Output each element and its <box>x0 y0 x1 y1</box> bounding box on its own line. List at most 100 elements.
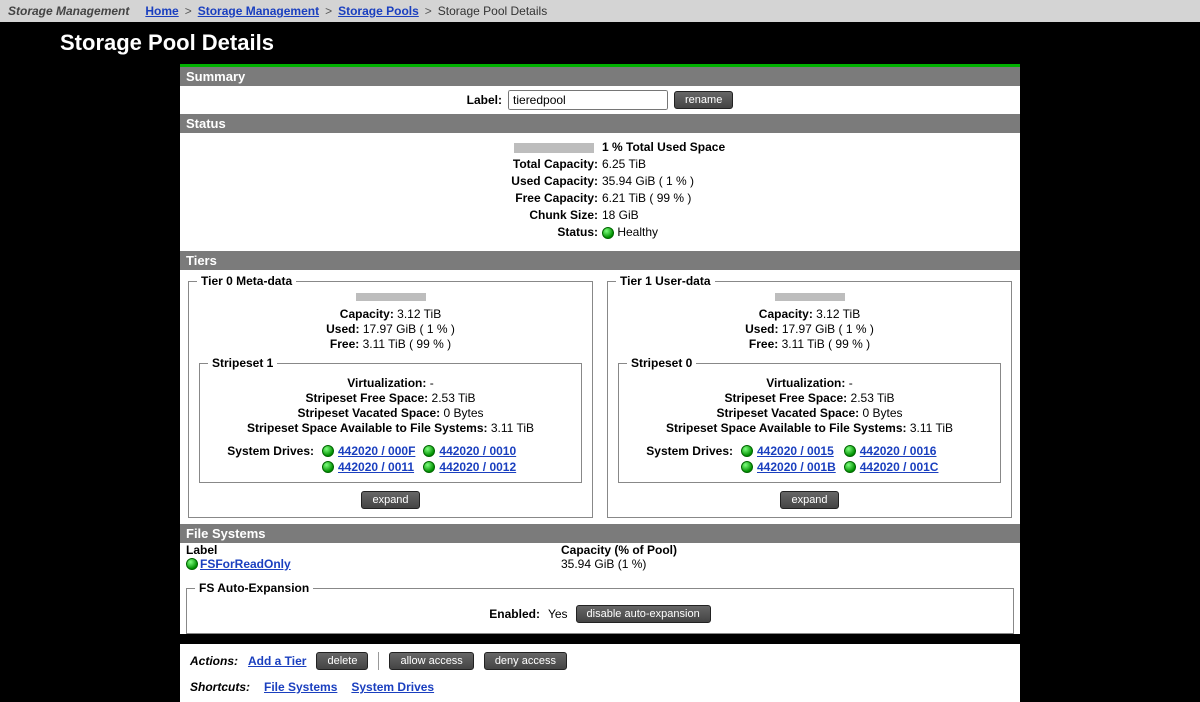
stripeset-0-vacated-label: Stripeset Vacated Space: <box>716 406 859 420</box>
fs-status-icon <box>186 558 198 570</box>
drive-link[interactable]: 442020 / 001C <box>860 460 939 474</box>
drive-link[interactable]: 442020 / 0011 <box>338 460 414 474</box>
chunk-size-value: 18 GiB <box>602 207 882 224</box>
add-a-tier-link[interactable]: Add a Tier <box>248 654 306 668</box>
drive-link[interactable]: 442020 / 001B <box>757 460 836 474</box>
breadcrumb-bar: Storage Management Home > Storage Manage… <box>0 0 1200 22</box>
drive-status-icon <box>423 461 435 473</box>
used-pct-label: 1 % Total Used Space <box>602 140 725 154</box>
filesystems-header: File Systems <box>180 524 1020 543</box>
allow-access-button[interactable]: allow access <box>389 652 473 670</box>
actions-panel: Actions: Add a Tier delete allow access … <box>180 644 1020 702</box>
stripeset-1-virt: - <box>430 376 434 390</box>
free-capacity-value: 6.21 TiB ( 99 % ) <box>602 190 882 207</box>
breadcrumb-home[interactable]: Home <box>145 4 178 18</box>
total-capacity-label: Total Capacity: <box>318 156 598 173</box>
status-header: Status <box>180 114 1020 133</box>
free-capacity-label: Free Capacity: <box>318 190 598 207</box>
summary-header: Summary <box>180 67 1020 86</box>
deny-access-button[interactable]: deny access <box>484 652 567 670</box>
status-label: Status: <box>318 224 598 241</box>
tier-1-capacity: 3.12 TiB <box>816 307 860 321</box>
tier-1-used-label: Used: <box>745 322 778 336</box>
tier-1-legend: Tier 1 User-data <box>616 274 715 288</box>
tier-0-usage-bar <box>356 293 426 301</box>
delete-button[interactable]: delete <box>316 652 368 670</box>
stripeset-0-free: 2.53 TiB <box>851 391 895 405</box>
tier-0-fieldset: Tier 0 Meta-data Capacity: 3.12 TiB Used… <box>188 274 593 518</box>
stripeset-0-avail: 3.11 TiB <box>910 421 953 435</box>
drive-status-icon <box>322 445 334 457</box>
status-health-icon <box>602 227 614 239</box>
stripeset-0-virt-label: Virtualization: <box>766 376 845 390</box>
breadcrumb-storage-pools[interactable]: Storage Pools <box>338 4 419 18</box>
drive-status-icon <box>844 445 856 457</box>
stripeset-1-vacated: 0 Bytes <box>444 406 484 420</box>
drive-status-icon <box>741 445 753 457</box>
stripeset-0-drives-label: System Drives: <box>633 444 733 458</box>
fs-col-capacity: Capacity (% of Pool) <box>561 543 677 557</box>
status-body: 1 % Total Used Space Total Capacity: 6.2… <box>180 133 1020 251</box>
drive-link[interactable]: 442020 / 000F <box>338 444 415 458</box>
tier-0-capacity: 3.12 TiB <box>397 307 441 321</box>
main-panel: Summary Label: rename Status 1 % Total U… <box>180 64 1020 634</box>
used-space-bar <box>514 143 594 153</box>
drive-link[interactable]: 442020 / 0012 <box>439 460 516 474</box>
stripeset-0-avail-label: Stripeset Space Available to File System… <box>666 421 907 435</box>
stripeset-1-avail-label: Stripeset Space Available to File System… <box>247 421 488 435</box>
stripeset-0-virt: - <box>849 376 853 390</box>
drive-status-icon <box>844 461 856 473</box>
tiers-header: Tiers <box>180 251 1020 270</box>
tier-0-used: 17.97 GiB ( 1 % ) <box>363 322 455 336</box>
tier-1-capacity-label: Capacity: <box>759 307 813 321</box>
shortcut-system-drives[interactable]: System Drives <box>351 680 434 694</box>
stripeset-1-free-label: Stripeset Free Space: <box>305 391 428 405</box>
tier-1-fieldset: Tier 1 User-data Capacity: 3.12 TiB Used… <box>607 274 1012 518</box>
stripeset-0-legend: Stripeset 0 <box>627 356 696 370</box>
fs-auto-expansion-fieldset: FS Auto-Expansion Enabled: Yes disable a… <box>186 581 1014 634</box>
stripeset-0-vacated: 0 Bytes <box>863 406 903 420</box>
stripeset-1-fieldset: Stripeset 1 Virtualization: - Stripeset … <box>199 356 582 483</box>
stripeset-1-legend: Stripeset 1 <box>208 356 277 370</box>
stripeset-1-virt-label: Virtualization: <box>347 376 426 390</box>
tier-0-legend: Tier 0 Meta-data <box>197 274 296 288</box>
filesystems-body: Label Capacity (% of Pool) FSForReadOnly… <box>180 543 1020 575</box>
tier-1-used: 17.97 GiB ( 1 % ) <box>782 322 874 336</box>
tier-0-free-label: Free: <box>330 337 359 351</box>
stripeset-1-avail: 3.11 TiB <box>491 421 534 435</box>
tier-0-capacity-label: Capacity: <box>340 307 394 321</box>
tiers-body: Tier 0 Meta-data Capacity: 3.12 TiB Used… <box>180 270 1020 524</box>
drive-status-icon <box>741 461 753 473</box>
breadcrumb-storage-management[interactable]: Storage Management <box>198 4 319 18</box>
used-capacity-label: Used Capacity: <box>318 173 598 190</box>
shortcuts-label: Shortcuts: <box>190 680 250 694</box>
tier-1-usage-bar <box>775 293 845 301</box>
label-input[interactable] <box>508 90 668 110</box>
tier-0-free: 3.11 TiB ( 99 % ) <box>363 337 451 351</box>
disable-auto-expansion-button[interactable]: disable auto-expansion <box>576 605 711 623</box>
actions-label: Actions: <box>190 654 238 668</box>
stripeset-1-free: 2.53 TiB <box>432 391 476 405</box>
autoexp-enabled-value: Yes <box>548 607 568 621</box>
stripeset-1-drives-label: System Drives: <box>214 444 314 458</box>
fs-row: FSForReadOnly 35.94 GiB (1 %) <box>186 557 1014 571</box>
label-label: Label: <box>467 93 502 107</box>
stripeset-1-vacated-label: Stripeset Vacated Space: <box>297 406 440 420</box>
drive-link[interactable]: 442020 / 0016 <box>860 444 937 458</box>
stripeset-0-free-label: Stripeset Free Space: <box>724 391 847 405</box>
drive-status-icon <box>322 461 334 473</box>
rename-button[interactable]: rename <box>674 91 733 109</box>
fs-capacity-value: 35.94 GiB (1 %) <box>561 557 646 571</box>
tier-0-used-label: Used: <box>326 322 359 336</box>
stripeset-0-fieldset: Stripeset 0 Virtualization: - Stripeset … <box>618 356 1001 483</box>
tier-1-expand-button[interactable]: expand <box>780 491 838 509</box>
fs-col-label: Label <box>186 543 561 557</box>
tier-0-expand-button[interactable]: expand <box>361 491 419 509</box>
used-capacity-value: 35.94 GiB ( 1 % ) <box>602 173 882 190</box>
drive-status-icon <box>423 445 435 457</box>
chunk-size-label: Chunk Size: <box>318 207 598 224</box>
fs-name-link[interactable]: FSForReadOnly <box>200 557 291 571</box>
drive-link[interactable]: 442020 / 0015 <box>757 444 834 458</box>
shortcut-file-systems[interactable]: File Systems <box>264 680 337 694</box>
drive-link[interactable]: 442020 / 0010 <box>439 444 516 458</box>
